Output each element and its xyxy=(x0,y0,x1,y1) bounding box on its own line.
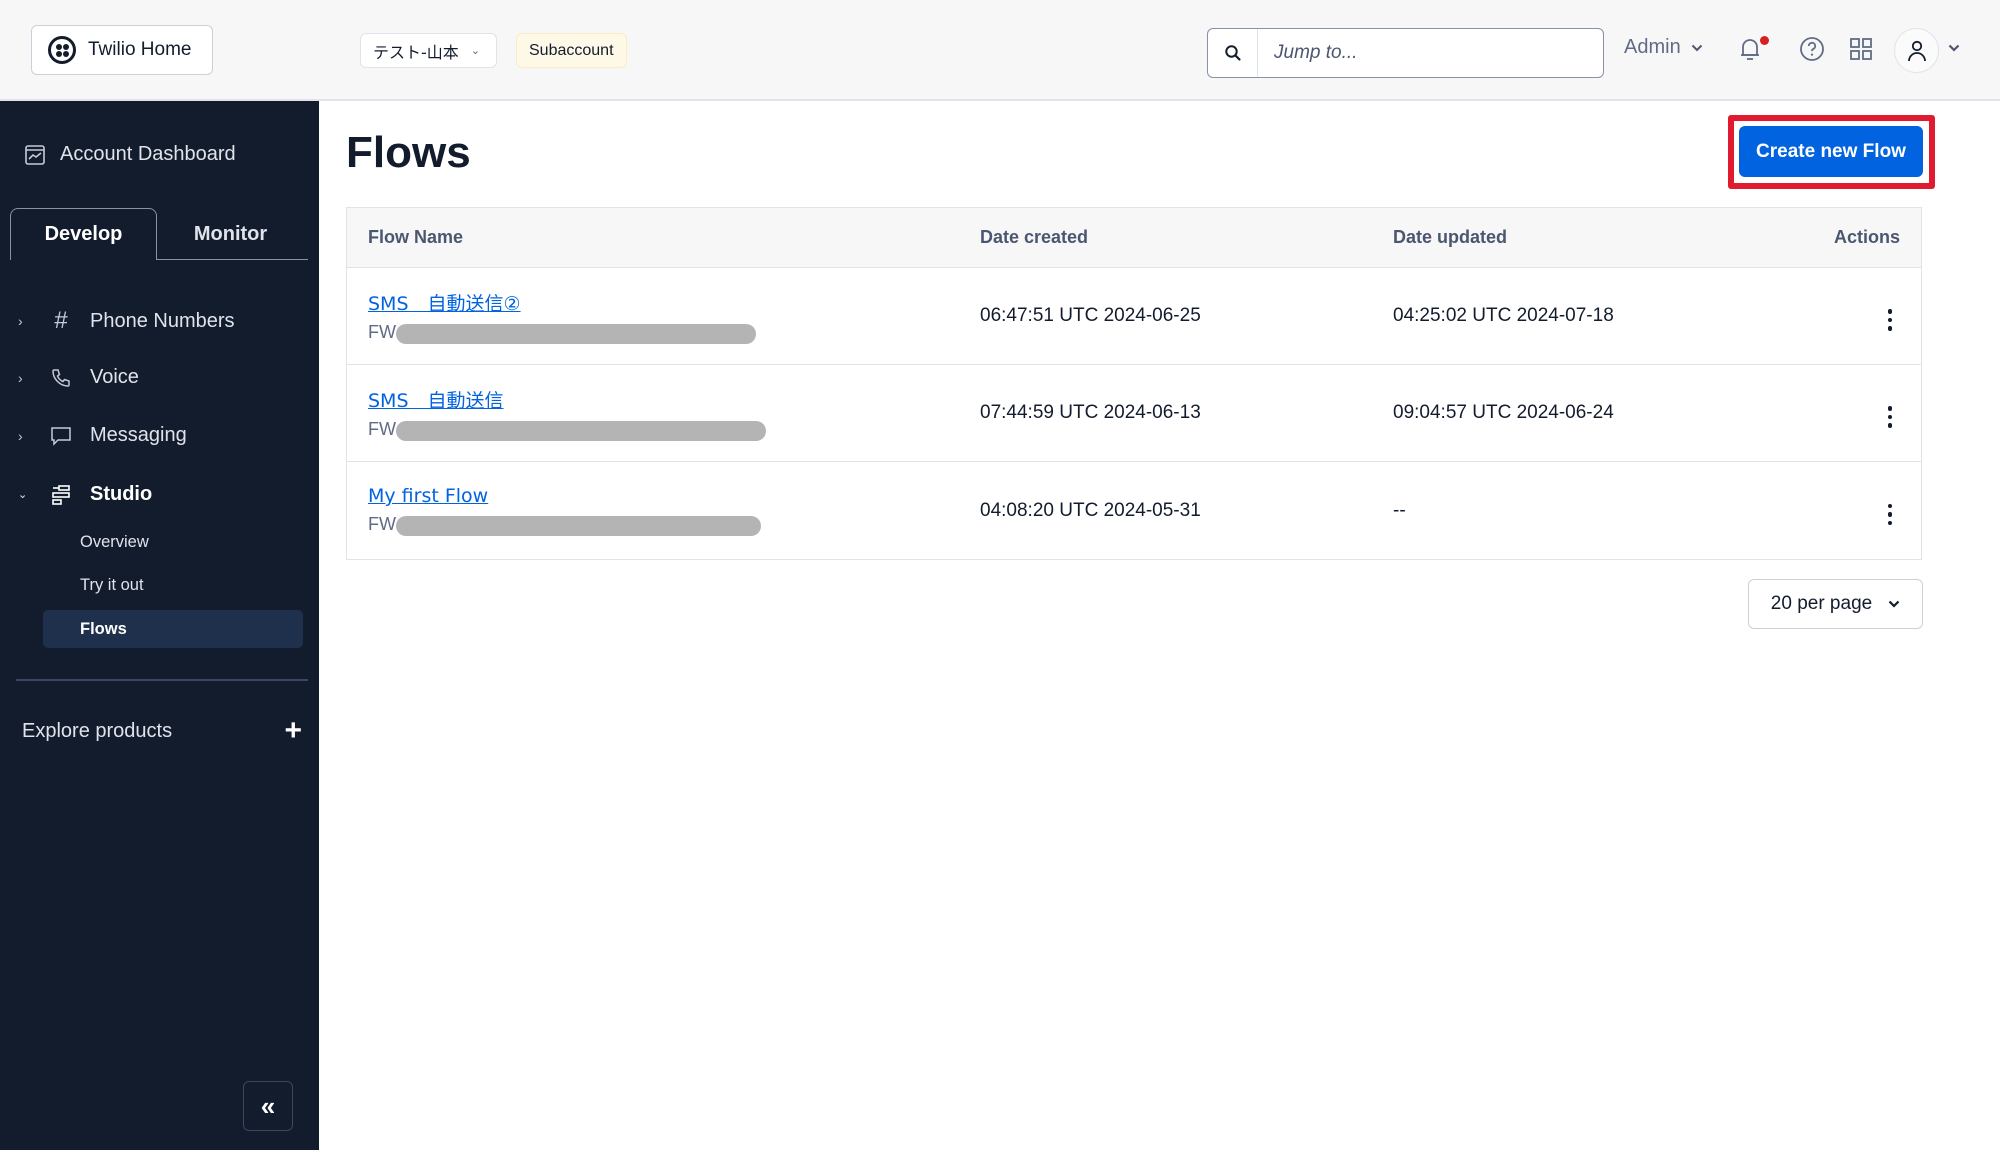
chat-icon xyxy=(46,426,76,446)
column-header-flow-name: Flow Name xyxy=(368,227,464,247)
per-page-select[interactable]: 20 per page xyxy=(1748,579,1923,629)
date-updated: -- xyxy=(1393,499,1406,521)
apps-button[interactable] xyxy=(1846,34,1876,64)
chevron-down-icon xyxy=(1691,44,1702,51)
twilio-logo-icon xyxy=(48,36,76,64)
sidebar-item-label: Studio xyxy=(90,483,153,505)
collapse-sidebar-button[interactable]: « xyxy=(243,1081,293,1131)
sidebar-item-voice[interactable]: › Voice xyxy=(18,366,139,389)
tab-develop[interactable]: Develop xyxy=(10,208,157,260)
table-row: My first Flow FW 04:08:20 UTC 2024-05-31… xyxy=(347,462,1921,559)
redacted-region xyxy=(396,516,761,536)
more-actions-icon[interactable] xyxy=(1880,402,1901,432)
notification-dot xyxy=(1760,36,1769,45)
chevron-down-icon: ⌄ xyxy=(470,44,480,57)
sidebar-item-studio[interactable]: ⌄ Studio xyxy=(18,483,152,506)
dashboard-label: Account Dashboard xyxy=(60,143,236,165)
table-row: SMS 自動送信② FW 06:47:51 UTC 2024-06-25 04:… xyxy=(347,268,1921,365)
table-header: Flow Name Date created Date updated Acti… xyxy=(347,208,1921,268)
sidebar: Account Dashboard Develop Monitor › # Ph… xyxy=(0,101,319,1150)
sidebar-item-account-dashboard[interactable]: Account Dashboard xyxy=(24,143,236,166)
chevron-right-icon: › xyxy=(18,313,23,329)
flows-table: Flow Name Date created Date updated Acti… xyxy=(346,207,1922,560)
flow-sid-prefix: FW xyxy=(368,321,396,342)
explore-products-label: Explore products xyxy=(22,719,173,742)
date-created: 04:08:20 UTC 2024-05-31 xyxy=(980,499,1201,521)
create-new-flow-button[interactable]: Create new Flow xyxy=(1739,126,1923,177)
column-header-actions: Actions xyxy=(1833,227,1900,247)
user-avatar-icon xyxy=(1907,40,1926,61)
date-updated: 04:25:02 UTC 2024-07-18 xyxy=(1393,305,1614,326)
phone-icon xyxy=(46,367,76,389)
sidebar-item-label: Voice xyxy=(90,366,139,388)
sidebar-item-messaging[interactable]: › Messaging xyxy=(18,424,187,447)
sidebar-subitem-overview[interactable]: Overview xyxy=(80,533,149,552)
bell-icon xyxy=(1741,39,1759,60)
notifications-button[interactable] xyxy=(1735,34,1769,64)
sidebar-item-label: Messaging xyxy=(90,424,187,446)
chevron-down-icon xyxy=(1948,44,1960,52)
flow-sid-prefix: FW xyxy=(368,514,396,534)
per-page-label: 20 per page xyxy=(1770,593,1873,614)
flow-sid: FW xyxy=(368,419,980,441)
jump-to-search[interactable] xyxy=(1207,28,1604,78)
chevron-right-icon: › xyxy=(18,369,23,386)
help-icon xyxy=(1800,37,1824,61)
column-header-date-created: Date created xyxy=(980,227,1089,247)
sidebar-item-label: Phone Numbers xyxy=(90,309,235,332)
date-updated: 09:04:57 UTC 2024-06-24 xyxy=(1393,402,1614,423)
flow-sid: FW xyxy=(368,514,980,536)
account-switcher[interactable]: テスト-山本 ⌄ xyxy=(360,33,497,68)
more-actions-icon[interactable] xyxy=(1880,500,1901,530)
plus-icon: + xyxy=(284,714,302,747)
admin-menu[interactable]: Admin xyxy=(1624,36,1703,59)
chevron-down-icon: ⌄ xyxy=(18,489,28,501)
studio-icon xyxy=(46,484,76,506)
sidebar-item-phone-numbers[interactable]: › # Phone Numbers xyxy=(18,307,235,335)
user-avatar-button[interactable] xyxy=(1894,28,1939,73)
flow-name-link[interactable]: My first Flow xyxy=(368,485,488,507)
search-icon xyxy=(1208,29,1258,77)
sidebar-subitem-flows[interactable]: Flows xyxy=(43,610,303,648)
sidebar-divider xyxy=(16,679,308,681)
user-menu-chevron[interactable] xyxy=(1948,40,1960,55)
account-name: テスト-山本 xyxy=(373,42,459,62)
tab-monitor[interactable]: Monitor xyxy=(157,208,304,260)
chevron-down-icon xyxy=(1888,600,1900,608)
column-header-date-updated: Date updated xyxy=(1393,227,1508,247)
flow-name-link[interactable]: SMS 自動送信 xyxy=(368,390,504,412)
apps-grid-icon xyxy=(1850,38,1872,60)
dashboard-icon xyxy=(25,144,45,165)
flow-sid: FW xyxy=(368,322,980,344)
top-header: Twilio Home テスト-山本 ⌄ Subaccount Admin xyxy=(0,0,2000,101)
flow-sid-prefix: FW xyxy=(368,418,396,439)
explore-products-button[interactable]: Explore products + xyxy=(22,714,302,748)
double-chevron-left-icon: « xyxy=(260,1090,276,1121)
twilio-home-button[interactable]: Twilio Home xyxy=(31,25,213,75)
hash-icon: # xyxy=(54,307,68,334)
flow-name-link[interactable]: SMS 自動送信② xyxy=(368,293,521,315)
date-created: 06:47:51 UTC 2024-06-25 xyxy=(980,305,1201,326)
help-button[interactable] xyxy=(1797,34,1827,64)
chevron-right-icon: › xyxy=(18,427,23,444)
more-actions-icon[interactable] xyxy=(1880,305,1901,335)
redacted-region xyxy=(396,323,756,344)
subaccount-badge: Subaccount xyxy=(516,33,627,68)
redacted-region xyxy=(396,420,766,441)
date-created: 07:44:59 UTC 2024-06-13 xyxy=(980,402,1201,423)
sidebar-subitem-try-it-out[interactable]: Try it out xyxy=(80,576,144,595)
twilio-home-label: Twilio Home xyxy=(88,39,192,60)
table-row: SMS 自動送信 FW 07:44:59 UTC 2024-06-13 09:0… xyxy=(347,365,1921,462)
sidebar-tabs: Develop Monitor xyxy=(10,208,308,260)
page-title: Flows xyxy=(346,128,471,177)
admin-label: Admin xyxy=(1624,36,1681,58)
search-input[interactable] xyxy=(1258,29,1603,77)
